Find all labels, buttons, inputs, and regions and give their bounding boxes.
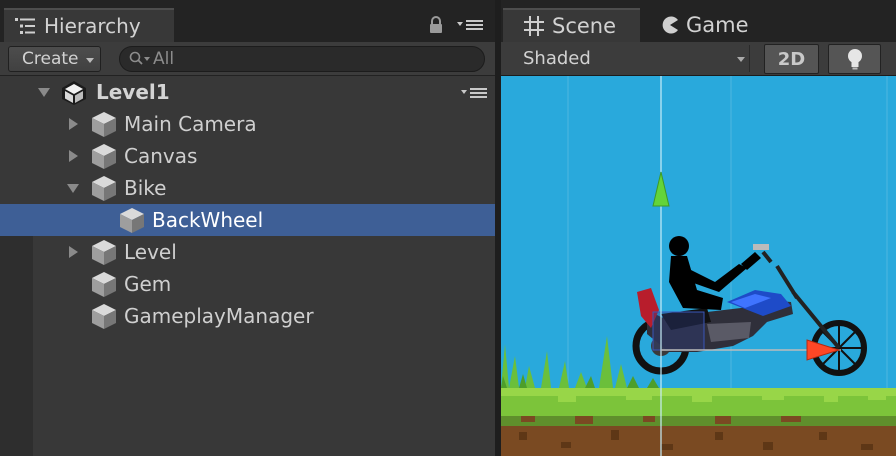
scene-toolbar: Shaded 2D [501, 42, 896, 76]
scene-menu-icon[interactable] [461, 85, 489, 101]
hierarchy-item-backwheel[interactable]: BackWheel [0, 204, 495, 236]
toggle-2d-label: 2D [777, 48, 806, 70]
hierarchy-item-label: GameplayManager [124, 304, 314, 328]
gameobject-cube-icon [92, 304, 116, 329]
gameobject-cube-icon [92, 112, 116, 137]
search-icon [129, 51, 150, 65]
ground-grass-highlight [501, 388, 896, 402]
hierarchy-item-gem[interactable]: Gem [0, 268, 495, 300]
hierarchy-item-level[interactable]: Level [0, 236, 495, 268]
lock-icon[interactable] [428, 16, 444, 34]
search-input[interactable] [151, 49, 453, 69]
scene-grid-icon [524, 16, 544, 36]
toggle-lighting-button[interactable] [828, 44, 881, 74]
hierarchy-item-label: Canvas [124, 144, 198, 168]
create-button[interactable]: Create [8, 46, 101, 72]
hierarchy-search[interactable] [119, 46, 485, 72]
hierarchy-item-label: Bike [124, 176, 167, 200]
hierarchy-item-bike[interactable]: Bike [0, 172, 495, 204]
shading-mode-dropdown[interactable]: Shaded [511, 45, 750, 72]
hierarchy-toolbar: Create [0, 42, 495, 76]
foldout-collapsed-icon[interactable] [66, 117, 80, 131]
foldout-expanded-icon[interactable] [66, 181, 80, 195]
create-button-label: Create [22, 49, 79, 69]
chevron-down-icon [737, 57, 745, 62]
hierarchy-item-label: Level [124, 240, 177, 264]
foldout-collapsed-icon[interactable] [66, 149, 80, 163]
gameobject-cube-icon [92, 176, 116, 201]
grass-dirt-edge [501, 416, 896, 426]
scene-render [501, 76, 896, 456]
tab-game-label: Game [686, 13, 749, 37]
gameobject-cube-icon [92, 144, 116, 169]
scene-viewport[interactable] [501, 76, 896, 456]
hierarchy-item-label: Main Camera [124, 112, 257, 136]
foldout-collapsed-icon[interactable] [66, 245, 80, 259]
lightbulb-icon [847, 49, 862, 70]
panel-menu-icon[interactable] [457, 17, 485, 33]
game-pacman-icon [662, 16, 678, 34]
hierarchy-item-canvas[interactable]: Canvas [0, 140, 495, 172]
tab-game[interactable]: Game [647, 8, 757, 42]
hierarchy-item-gameplaymanager[interactable]: GameplayManager [0, 300, 495, 332]
hierarchy-item-label: BackWheel [152, 208, 264, 232]
scene-root-row[interactable]: Level1 [0, 76, 495, 108]
chevron-down-icon [86, 58, 94, 63]
gameobject-cube-icon [120, 208, 144, 233]
tab-scene[interactable]: Scene [503, 8, 640, 42]
gameobject-cube-icon [92, 272, 116, 297]
shading-mode-label: Shaded [523, 48, 591, 69]
hierarchy-panel: Hierarchy Create All Level1 Main Camera … [0, 0, 495, 456]
unity-scene-icon [62, 81, 86, 105]
tab-scene-label: Scene [552, 14, 617, 38]
toggle-2d-button[interactable]: 2D [764, 44, 819, 74]
scene-name: Level1 [96, 80, 170, 104]
hierarchy-tab-bar: Hierarchy [0, 0, 495, 42]
tab-hierarchy-label: Hierarchy [44, 14, 141, 38]
tab-hierarchy[interactable]: Hierarchy [4, 8, 174, 42]
hierarchy-indent-shade [0, 236, 33, 456]
hierarchy-item-main-camera[interactable]: Main Camera [0, 108, 495, 140]
hierarchy-item-label: Gem [124, 272, 172, 296]
foldout-expanded-icon[interactable] [37, 85, 51, 99]
hierarchy-list-icon [15, 18, 35, 34]
scene-panel: Scene Game Shaded 2D [501, 0, 896, 456]
gameobject-cube-icon [92, 240, 116, 265]
